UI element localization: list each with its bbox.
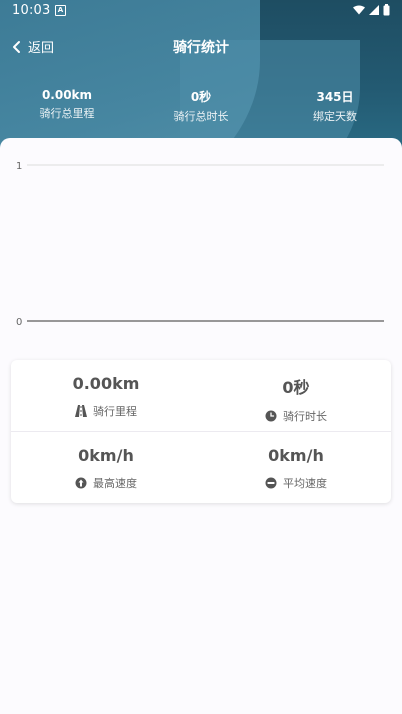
- stats-card: 0.00km 骑行里程 0秒 骑行时长 0km/h 最高速度 0km/h 平均速…: [11, 360, 391, 503]
- ride-chart: 10: [16, 161, 384, 328]
- road-icon: [75, 405, 87, 417]
- summary-value: 345日: [316, 90, 354, 104]
- summary-label: 绑定天数: [313, 110, 357, 123]
- summary-value: 0秒: [190, 90, 212, 104]
- a-notification-icon: A: [55, 5, 66, 16]
- summary-label: 骑行总里程: [39, 107, 95, 120]
- summary-value: 0.00km: [41, 88, 93, 102]
- y-tick-label: 0: [16, 317, 22, 328]
- stat-duration: 0秒 骑行时长: [201, 360, 391, 431]
- ride-statistics-screen: 10:03 A 返回 骑行统计 0.00km 骑行总里程 0秒 骑行总时长 34…: [0, 0, 402, 714]
- battery-icon: [383, 4, 390, 16]
- summary-label: 骑行总时长: [173, 110, 229, 123]
- stat-label-row: 骑行时长: [201, 408, 391, 424]
- stat-label: 骑行时长: [283, 410, 327, 423]
- status-time: 10:03: [12, 3, 51, 18]
- signal-icon: [369, 5, 379, 15]
- nav-bar: 返回 骑行统计: [0, 30, 402, 64]
- max-speed-icon: [75, 477, 87, 489]
- stats-row: 0km/h 最高速度 0km/h 平均速度: [11, 432, 391, 503]
- clock-icon: [265, 410, 277, 422]
- stat-label: 平均速度: [283, 477, 327, 490]
- y-tick-label: 1: [16, 161, 22, 172]
- stat-label-row: 最高速度: [11, 475, 201, 491]
- wifi-icon: [353, 5, 365, 15]
- stat-avg-speed: 0km/h 平均速度: [201, 432, 391, 503]
- summary-bound-days: 345日 绑定天数: [268, 88, 402, 124]
- summary-total-duration: 0秒 骑行总时长: [134, 88, 268, 124]
- stat-label: 最高速度: [93, 477, 137, 490]
- header-background: [0, 0, 402, 160]
- stat-max-speed: 0km/h 最高速度: [11, 432, 201, 503]
- status-bar: 10:03 A: [0, 0, 402, 22]
- summary-total-distance: 0.00km 骑行总里程: [0, 88, 134, 124]
- avg-speed-icon: [265, 477, 277, 489]
- stat-distance: 0.00km 骑行里程: [11, 360, 201, 431]
- stats-row: 0.00km 骑行里程 0秒 骑行时长: [11, 360, 391, 432]
- stat-value: 0km/h: [268, 446, 324, 465]
- stat-label-row: 平均速度: [201, 475, 391, 491]
- stat-value: 0km/h: [78, 446, 134, 465]
- summary-bar: 0.00km 骑行总里程 0秒 骑行总时长 345日 绑定天数: [0, 88, 402, 124]
- stat-value: 0秒: [282, 378, 310, 397]
- stat-value: 0.00km: [72, 374, 140, 393]
- stat-label-row: 骑行里程: [11, 403, 201, 419]
- page-title: 骑行统计: [173, 40, 229, 56]
- stat-label: 骑行里程: [93, 405, 137, 418]
